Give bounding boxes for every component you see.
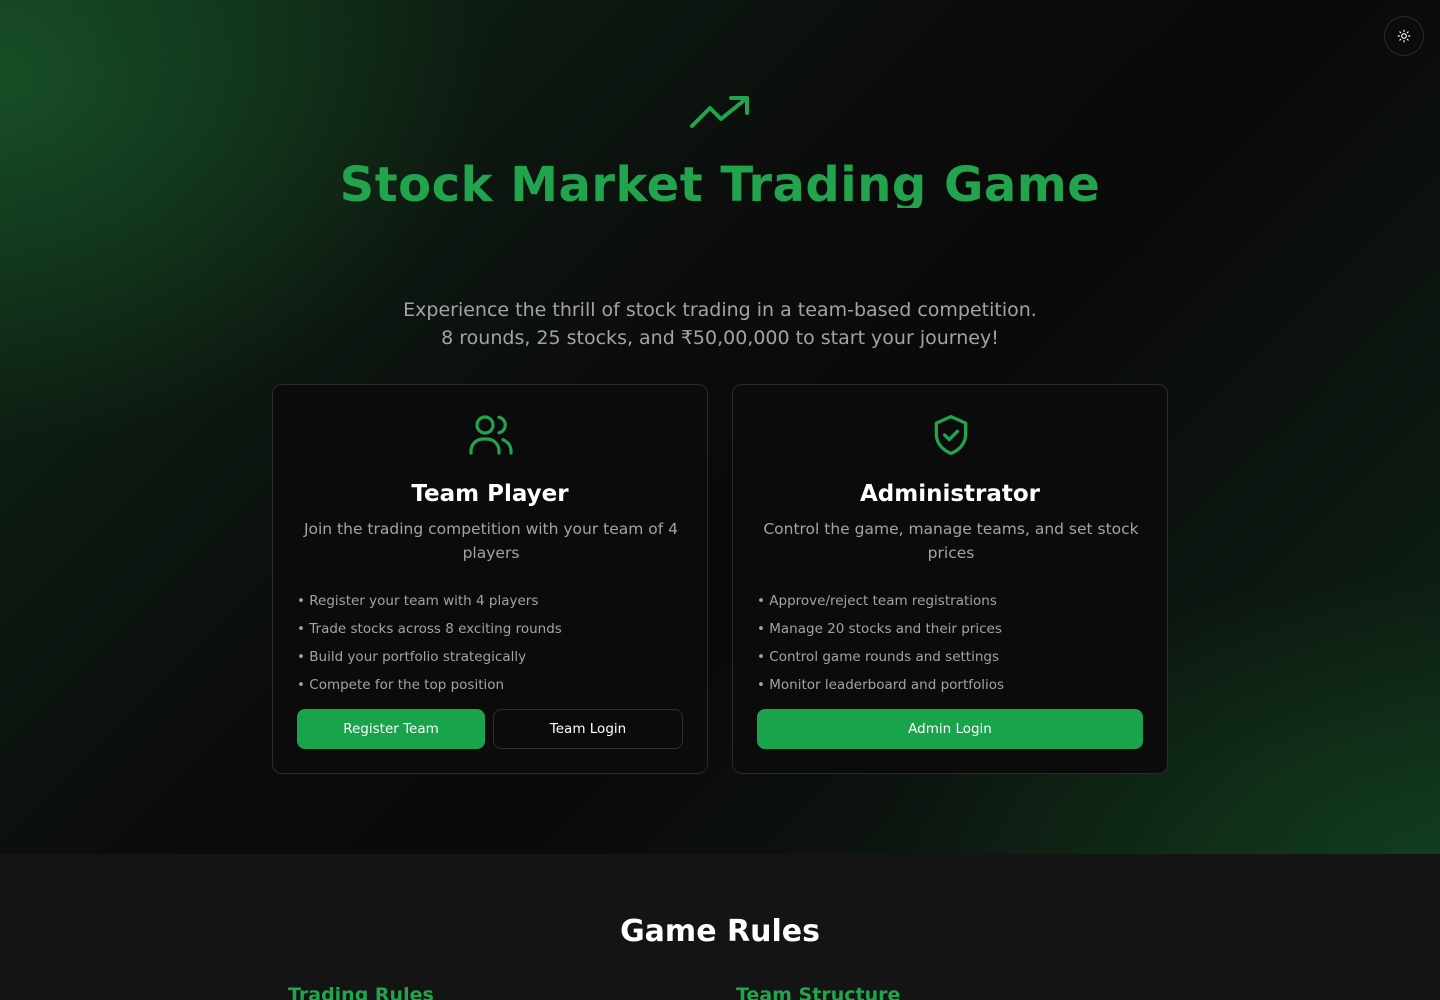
list-item: Monitor leaderboard and portfolios [757, 671, 1004, 699]
administrator-description: Control the game, manage teams, and set … [763, 520, 1139, 562]
administrator-features: Approve/reject team registrations Manage… [757, 587, 1004, 699]
team-login-button[interactable]: Team Login [493, 709, 683, 749]
page-title: Stock Market Trading Game [339, 157, 1101, 208]
team-structure-heading: Team Structure [736, 984, 901, 1000]
administrator-title: Administrator [859, 481, 1041, 507]
list-item: Build your portfolio strategically [297, 643, 562, 671]
trading-rules-heading: Trading Rules [288, 984, 434, 1000]
game-rules-title: Game Rules [620, 914, 820, 949]
admin-login-button[interactable]: Admin Login [757, 709, 1143, 749]
hero-subtitle: Experience the thrill of stock trading i… [0, 296, 1440, 352]
team-player-features: Register your team with 4 players Trade … [297, 587, 562, 699]
list-item: Trade stocks across 8 exciting rounds [297, 615, 562, 643]
subtitle-line-2: 8 rounds, 25 stocks, and ₹50,00,000 to s… [441, 327, 999, 349]
team-player-description: Join the trading competition with your t… [303, 520, 679, 562]
list-item: Approve/reject team registrations [757, 587, 1004, 615]
trending-up-icon [690, 96, 749, 128]
team-player-card: Team Player Join the trading competition… [272, 384, 708, 774]
register-team-button[interactable]: Register Team [297, 709, 485, 749]
list-item: Manage 20 stocks and their prices [757, 615, 1004, 643]
subtitle-line-1: Experience the thrill of stock trading i… [403, 299, 1037, 321]
list-item: Control game rounds and settings [757, 643, 1004, 671]
shield-check-icon [925, 409, 977, 461]
sun-icon [1397, 29, 1411, 43]
list-item: Register your team with 4 players [297, 587, 562, 615]
users-icon [465, 409, 517, 461]
administrator-card: Administrator Control the game, manage t… [732, 384, 1168, 774]
team-player-title: Team Player [411, 481, 569, 507]
list-item: Compete for the top position [297, 671, 562, 699]
theme-toggle-button[interactable] [1384, 16, 1424, 56]
